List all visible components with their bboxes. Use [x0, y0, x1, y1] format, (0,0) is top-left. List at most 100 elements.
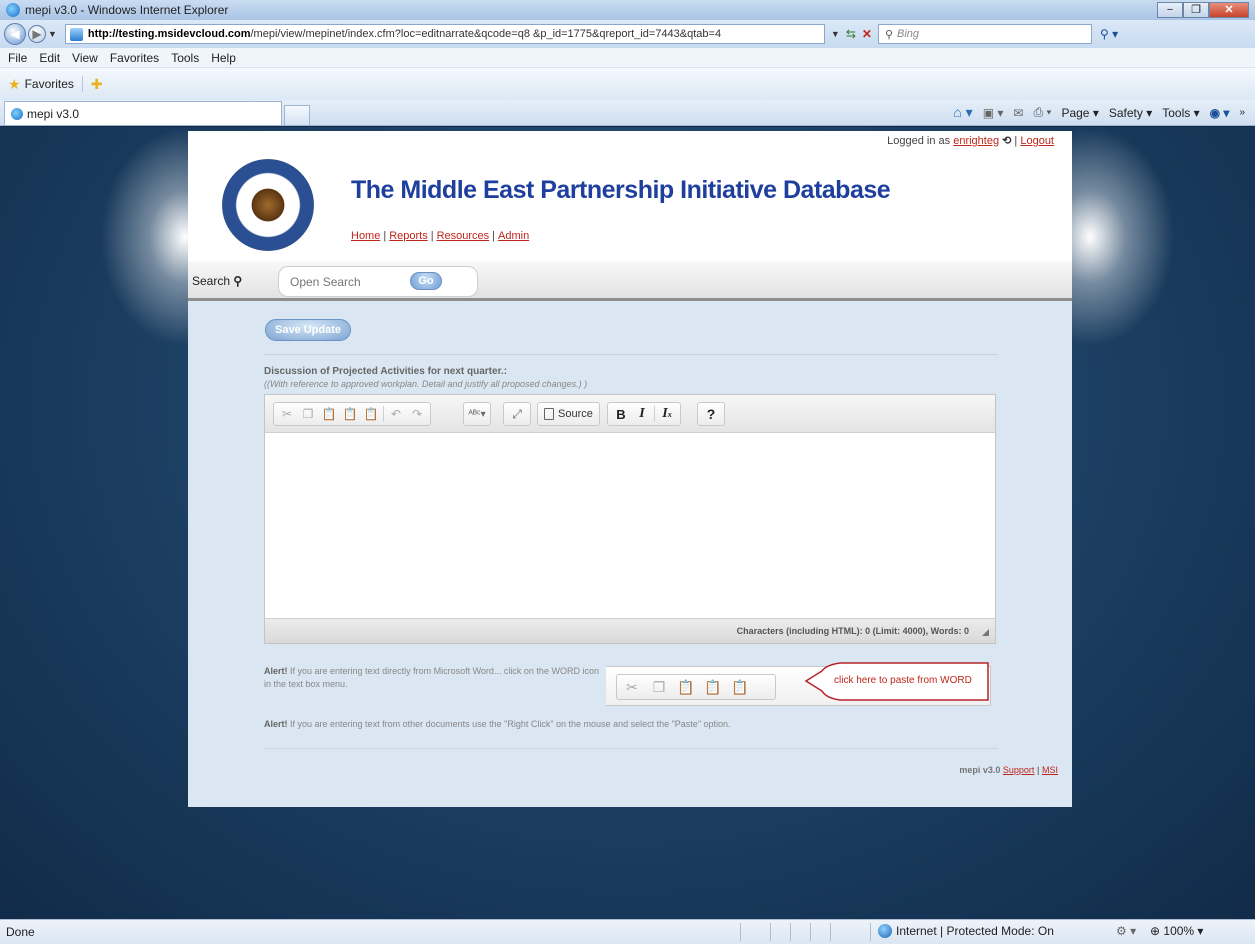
paste-icon[interactable]: 📋 — [320, 405, 338, 423]
nav-resources[interactable]: Resources — [437, 230, 490, 242]
remove-format-icon[interactable]: Ix — [658, 405, 676, 423]
source-label: Source — [558, 408, 593, 420]
minimize-button[interactable]: − — [1157, 2, 1183, 18]
logged-in-prefix: Logged in as — [887, 135, 951, 147]
magnifier-icon: ⚲ — [233, 274, 243, 288]
search-go-icon[interactable]: ⚲ ▾ — [1100, 27, 1118, 41]
search-box-placeholder: Bing — [897, 28, 920, 40]
redo-icon[interactable]: ↷ — [408, 405, 426, 423]
search-label: Search ⚲ — [192, 274, 243, 288]
url-dropdown-icon[interactable]: ▼ — [831, 29, 840, 39]
back-button[interactable]: ◀ — [4, 23, 26, 45]
field-label: Discussion of Projected Activities for n… — [264, 366, 508, 377]
eagle-emblem-icon — [249, 186, 287, 224]
alert-word-text: If you are entering text directly from M… — [264, 666, 599, 689]
spellcheck-icon[interactable]: ᴬᴮᶜ▾ — [468, 405, 486, 423]
menu-edit[interactable]: Edit — [39, 51, 60, 65]
editor-text-area[interactable] — [265, 433, 995, 618]
url-field[interactable]: http://testing.msidevcloud.com/mepi/view… — [64, 24, 825, 44]
search-box[interactable]: ⚲ Bing — [877, 24, 1092, 44]
divider — [264, 354, 998, 355]
illustration-toolbar: ✂ ❐ 📋 📋 📋 — [616, 674, 776, 700]
nav-reports[interactable]: Reports — [389, 230, 428, 242]
undo-icon[interactable]: ↶ — [387, 405, 405, 423]
tools-menu[interactable]: Tools ▾ — [1162, 106, 1199, 120]
favorites-button[interactable]: Favorites — [25, 77, 74, 91]
save-update-button[interactable]: Save Update — [265, 319, 351, 341]
logout-link[interactable]: Logout — [1020, 135, 1054, 147]
login-info: Logged in as enrighteg ⟲ | Logout — [887, 134, 1054, 147]
nav-admin[interactable]: Admin — [498, 230, 529, 242]
stop-icon[interactable]: ✕ — [862, 27, 872, 41]
alert-other-bold: Alert! — [264, 719, 288, 729]
address-bar: ◀ ▶ ▼ http://testing.msidevcloud.com/mep… — [0, 20, 1255, 48]
nav-separator: | — [383, 230, 387, 242]
open-search-input[interactable] — [288, 273, 404, 291]
safety-menu[interactable]: Safety ▾ — [1109, 106, 1152, 120]
username-link[interactable]: enrighteg — [953, 135, 999, 147]
resize-handle-icon[interactable] — [982, 629, 989, 636]
security-zone[interactable]: Internet | Protected Mode: On — [878, 924, 1054, 938]
editor-footer: Characters (including HTML): 0 (Limit: 4… — [265, 618, 995, 643]
page-menu[interactable]: Page ▾ — [1061, 106, 1098, 120]
menu-view[interactable]: View — [72, 51, 98, 65]
support-link[interactable]: Support — [1003, 765, 1035, 775]
zone-text: Internet | Protected Mode: On — [896, 924, 1054, 938]
search-icon: ⚲ — [884, 28, 894, 41]
menu-favorites[interactable]: Favorites — [110, 51, 159, 65]
paste-text-icon[interactable]: 📋 — [341, 405, 359, 423]
history-dropdown-icon[interactable]: ▼ — [48, 29, 57, 39]
feeds-icon[interactable]: ▣ ▾ — [983, 106, 1004, 120]
copy-icon[interactable]: ❐ — [299, 405, 317, 423]
bold-icon[interactable]: B — [612, 405, 630, 423]
alert-other-docs: Alert! If you are entering text from oth… — [264, 719, 731, 729]
paste-text-icon: 📋 — [704, 678, 722, 695]
print-icon[interactable]: ⎙ ▾ — [1033, 105, 1051, 120]
refresh-user-icon[interactable]: ⟲ — [1002, 135, 1011, 147]
chevron-right-icon[interactable]: » — [1239, 107, 1245, 118]
forward-button[interactable]: ▶ — [28, 25, 46, 43]
site-title: The Middle East Partnership Initiative D… — [351, 176, 891, 204]
favorites-star-icon[interactable]: ★ — [8, 76, 21, 93]
divider — [740, 923, 741, 941]
menu-file[interactable]: File — [8, 51, 27, 65]
callout-bubble: click here to paste from WORD — [800, 661, 992, 702]
italic-icon[interactable]: I — [633, 405, 651, 423]
mail-icon[interactable]: ✉ — [1013, 106, 1023, 120]
home-icon[interactable]: ⌂ ▾ — [953, 104, 972, 121]
divider — [770, 923, 771, 941]
help-icon[interactable]: ? — [702, 405, 720, 423]
protected-mode-icon[interactable]: ⚙ ▾ — [1116, 924, 1136, 938]
callout-text: click here to paste from WORD — [834, 675, 972, 686]
refresh-icon[interactable]: ⇆ — [846, 27, 856, 41]
window-titlebar: mepi v3.0 - Windows Internet Explorer − … — [0, 0, 1255, 20]
login-separator: | — [1014, 135, 1018, 147]
menu-help[interactable]: Help — [211, 51, 236, 65]
character-counter: Characters (including HTML): 0 (Limit: 4… — [736, 626, 969, 636]
cut-icon[interactable]: ✂ — [278, 405, 296, 423]
menu-tools[interactable]: Tools — [171, 51, 199, 65]
ie-icon — [6, 3, 20, 17]
command-bar: ⌂ ▾ ▣ ▾ ✉ ⎙ ▾ Page ▾ Safety ▾ Tools ▾ ◉ … — [953, 104, 1245, 121]
maximize-button[interactable]: ❐ — [1183, 2, 1209, 18]
clipboard-group: ✂ ❐ 📋 📋 📋 ↶ ↷ — [273, 402, 431, 426]
footer-separator: | — [1036, 765, 1040, 775]
search-go-button[interactable]: Go — [410, 272, 442, 290]
divider — [654, 406, 655, 422]
rich-text-editor: ✂ ❐ 📋 📋 📋 ↶ ↷ ᴬᴮᶜ▾ ⤢ Source B I I x ? Ch… — [264, 394, 996, 644]
nav-home[interactable]: Home — [351, 230, 380, 242]
add-favorite-icon[interactable]: ✚ — [91, 76, 103, 93]
tab-mepi[interactable]: mepi v3.0 — [4, 101, 282, 125]
new-tab-button[interactable] — [284, 105, 310, 125]
site-header: Logged in as enrighteg ⟲ | Logout The Mi… — [188, 131, 1072, 261]
source-button[interactable]: Source — [542, 408, 595, 420]
msi-link[interactable]: MSI — [1042, 765, 1058, 775]
page-footer: mepi v3.0 Support | MSI — [959, 765, 1058, 775]
close-button[interactable]: ✕ — [1209, 2, 1249, 18]
help-icon[interactable]: ◉ ▾ — [1210, 106, 1230, 120]
status-text: Done — [6, 925, 35, 939]
zoom-level[interactable]: ⊕ 100% ▾ — [1150, 924, 1203, 938]
globe-icon — [878, 924, 892, 938]
paste-from-word-icon[interactable]: 📋 — [362, 405, 380, 423]
maximize-editor-icon[interactable]: ⤢ — [508, 405, 526, 423]
